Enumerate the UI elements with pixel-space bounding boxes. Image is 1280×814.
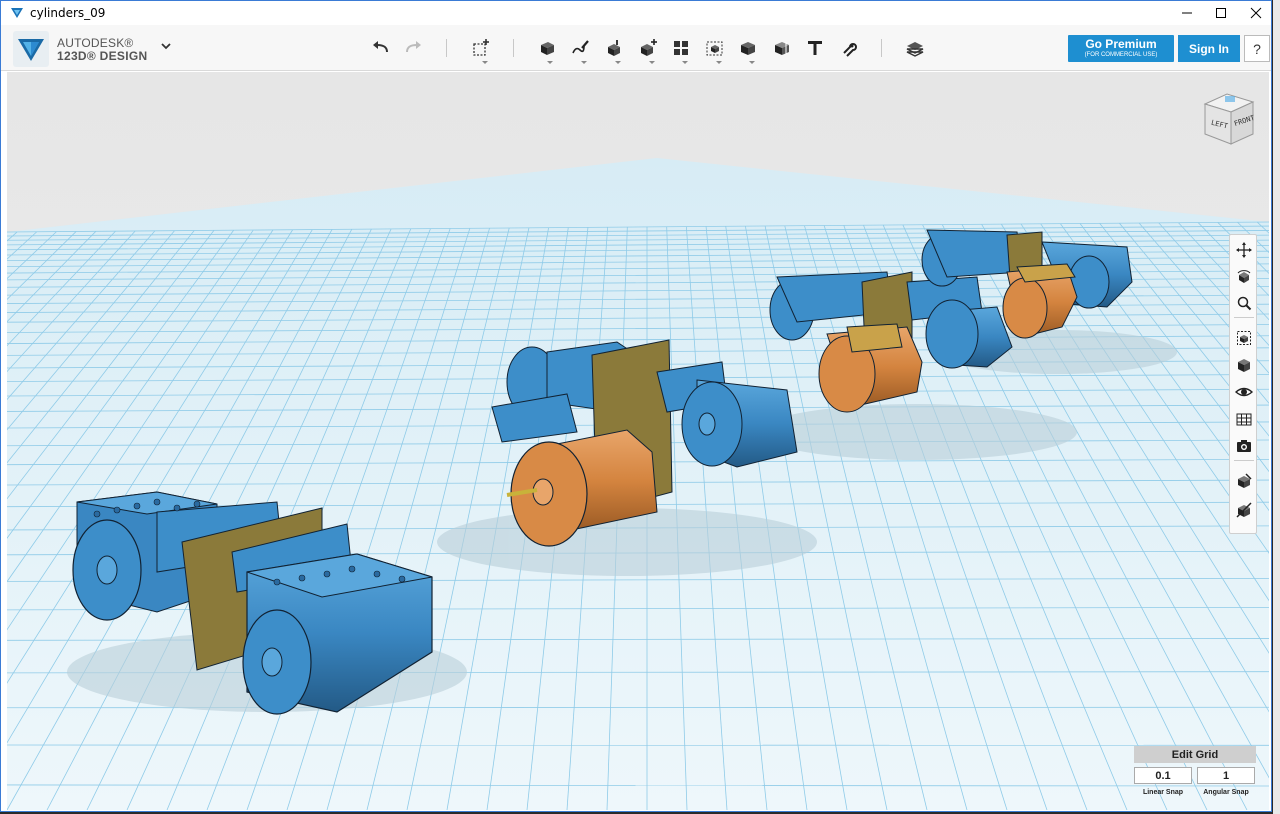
minimize-icon [1182,12,1192,14]
chevron-down-icon[interactable] [159,39,173,53]
minimize-button[interactable] [1170,1,1204,25]
material-icon [906,42,924,57]
background-desktop-strip [1273,0,1280,814]
3d-viewport[interactable]: LEFT FRONT [7,72,1269,810]
combine-button[interactable] [735,35,761,61]
brand-line-2: 123D® DESIGN [57,49,148,63]
grouping-caret [716,61,722,64]
material-view-icon [1238,473,1252,488]
pan-button[interactable] [1233,239,1255,261]
sketch-button[interactable] [567,35,593,61]
measure-icon [775,42,789,55]
modify-button[interactable] [635,35,661,61]
grouping-icon [706,41,723,56]
text-button[interactable] [802,35,828,61]
transform-button[interactable] [468,35,494,61]
visibility-icon [1235,387,1253,397]
app-window: cylinders_09 AUTODESK® 123D® DESIGN Go P… [0,0,1272,812]
transform-icon [473,39,489,56]
main-toolbar: AUTODESK® 123D® DESIGN Go Premium (FOR C… [1,25,1271,71]
orbit-icon [1237,270,1251,283]
transform-caret [482,61,488,64]
fit-icon [1237,331,1251,345]
construct-caret [615,61,621,64]
viewcube[interactable]: LEFT FRONT [1201,90,1257,146]
angular-snap-label: Angular Snap [1203,789,1249,796]
close-button[interactable] [1239,1,1273,25]
redo-icon [406,41,421,53]
combine-caret [749,61,755,64]
snap-button[interactable] [836,35,862,61]
linear-snap-input[interactable]: 0.1 [1134,767,1192,784]
text-icon [808,41,822,55]
navbar-separator [1234,460,1254,461]
go-premium-button[interactable]: Go Premium (FOR COMMERCIAL USE) [1068,35,1174,62]
hide-icon [1236,502,1252,518]
zoom-button[interactable] [1233,292,1255,314]
visibility-button[interactable] [1233,381,1255,403]
grid-toggle-button[interactable] [1233,408,1255,430]
sign-in-button[interactable]: Sign In [1178,35,1240,62]
edit-grid-button[interactable]: Edit Grid [1134,746,1256,763]
navigation-bar [1229,234,1257,534]
linear-snap-label: Linear Snap [1142,789,1184,796]
sketch-icon [572,40,589,54]
pan-icon [1236,242,1252,258]
grouping-button[interactable] [702,35,728,61]
construct-button[interactable] [601,35,627,61]
material-view-button[interactable] [1233,470,1255,492]
construct-icon [608,40,620,56]
screenshot-button[interactable] [1233,435,1255,457]
toolbar-separator [881,39,882,57]
grid-settings-panel: Edit Grid 0.1 1 Linear Snap Angular Snap [1134,746,1258,802]
view-cube-button[interactable] [1233,354,1255,376]
undo-button[interactable] [368,35,394,61]
hide-button[interactable] [1233,499,1255,521]
pattern-icon [674,41,688,55]
go-premium-label: Go Premium [1085,37,1157,51]
combine-icon [741,42,755,55]
redo-button[interactable] [400,35,426,61]
modify-icon [641,39,657,56]
maximize-button[interactable] [1204,1,1238,25]
measure-button[interactable] [769,35,795,61]
undo-icon [373,41,388,53]
pattern-caret [682,61,688,64]
toolbar-separator [446,39,447,57]
autodesk-logo-icon[interactable] [13,31,49,67]
primitives-icon [541,42,554,55]
app-logo-icon [11,8,23,18]
navbar-separator [1234,317,1254,318]
grid-icon [1236,413,1252,426]
title-bar: cylinders_09 [1,1,1271,25]
angular-snap-input[interactable]: 1 [1197,767,1255,784]
maximize-icon [1216,8,1226,18]
orbit-button[interactable] [1233,266,1255,288]
primitives-caret [547,61,553,64]
brand-line-1: AUTODESK® [57,36,134,50]
modify-caret [649,61,655,64]
close-icon [1250,7,1262,19]
toolbar-separator [513,39,514,57]
view-cube-icon [1238,359,1250,372]
go-premium-sublabel: (FOR COMMERCIAL USE) [1084,52,1158,58]
snap-icon [843,43,857,57]
material-button[interactable] [902,35,928,61]
primitives-button[interactable] [534,35,560,61]
zoom-icon [1237,296,1252,311]
window-title: cylinders_09 [30,6,106,20]
fit-button[interactable] [1233,327,1255,349]
sketch-caret [581,61,587,64]
scene-canvas[interactable] [7,72,1269,810]
help-button[interactable]: ? [1244,35,1270,62]
pattern-button[interactable] [668,35,694,61]
screenshot-icon [1237,440,1251,452]
